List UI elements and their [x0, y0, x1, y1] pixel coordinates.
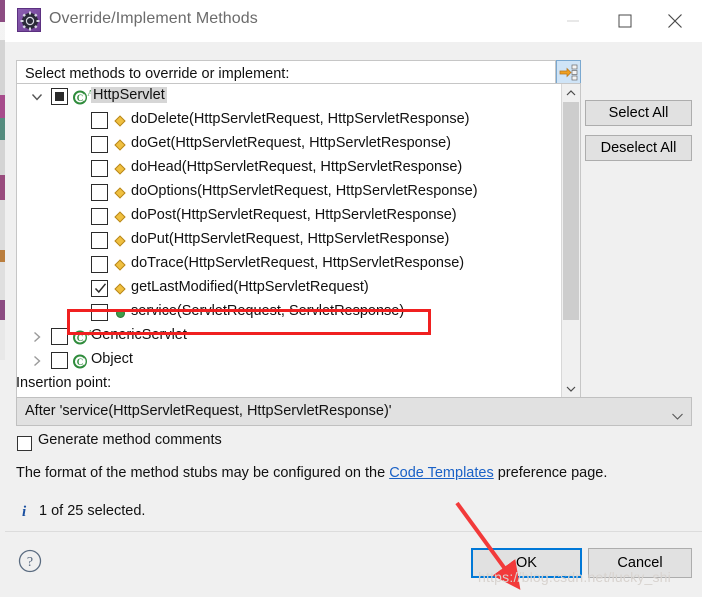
tree-row-label: Object: [91, 351, 133, 367]
scrollbar-thumb[interactable]: [563, 102, 579, 320]
tree-row-label: doPost(HttpServletRequest, HttpServletRe…: [131, 207, 457, 223]
tree-row-label: doOptions(HttpServletRequest, HttpServle…: [131, 183, 478, 199]
tree-row-checkbox[interactable]: [91, 208, 108, 225]
scroll-up-icon[interactable]: [562, 84, 580, 102]
svg-text:C: C: [77, 93, 84, 103]
tree-row-checkbox[interactable]: [91, 304, 108, 321]
abstract-class-icon: CA: [73, 89, 94, 105]
svg-text:C: C: [77, 357, 84, 367]
tree-row[interactable]: doOptions(HttpServletRequest, HttpServle…: [17, 181, 560, 205]
insertion-point-label: Insertion point:: [16, 375, 112, 391]
tree-row-checkbox[interactable]: [91, 112, 108, 129]
format-note-after: preference page.: [493, 465, 608, 481]
protected-method-icon: [113, 161, 129, 177]
gear-icon: [17, 8, 41, 32]
tree-row[interactable]: doHead(HttpServletRequest, HttpServletRe…: [17, 157, 560, 181]
tree-row[interactable]: doPut(HttpServletRequest, HttpServletRes…: [17, 229, 560, 253]
insertion-point-select[interactable]: After 'service(HttpServletRequest, HttpS…: [16, 397, 692, 426]
window-title: Override/Implement Methods: [49, 10, 258, 27]
close-button[interactable]: [652, 0, 698, 42]
methods-tree[interactable]: CAHttpServletdoDelete(HttpServletRequest…: [16, 83, 581, 399]
tree-row-label: HttpServlet: [91, 87, 167, 103]
tree-row-label: doGet(HttpServletRequest, HttpServletRes…: [131, 135, 451, 151]
show-hierarchy-icon[interactable]: [556, 60, 581, 84]
watermark: https://blog.csdn.net/lucky_shi: [478, 569, 671, 585]
format-note: The format of the method stubs may be co…: [16, 465, 607, 481]
protected-method-icon: [113, 137, 129, 153]
protected-method-icon: [113, 233, 129, 249]
tree-row[interactable]: C A GenericServlet: [17, 325, 560, 349]
tree-row-checkbox[interactable]: [51, 328, 68, 345]
class-icon: C: [73, 353, 89, 369]
select-all-button[interactable]: Select All: [585, 100, 692, 126]
title-bar: Override/Implement Methods: [5, 0, 702, 43]
tree-row-checkbox[interactable]: [91, 280, 108, 297]
format-note-before: The format of the method stubs may be co…: [16, 465, 390, 481]
tree-row-checkbox[interactable]: [51, 352, 68, 369]
tree-row-checkbox[interactable]: [91, 136, 108, 153]
tree-row[interactable]: doGet(HttpServletRequest, HttpServletRes…: [17, 133, 560, 157]
footer-divider: [5, 531, 702, 532]
help-icon[interactable]: ?: [17, 548, 43, 574]
abstract-class-icon: CA: [73, 329, 94, 345]
public-method-icon: [113, 305, 129, 321]
generate-method-comments-checkbox[interactable]: [17, 436, 32, 451]
tree-row-checkbox[interactable]: [91, 160, 108, 177]
protected-method-icon: [113, 113, 129, 129]
protected-method-icon: [113, 257, 129, 273]
tree-row[interactable]: CAHttpServlet: [17, 85, 560, 109]
override-implement-methods-dialog: Override/Implement Methods Select method…: [0, 0, 702, 597]
tree-row-label: doHead(HttpServletRequest, HttpServletRe…: [131, 159, 463, 175]
deselect-all-button[interactable]: Deselect All: [585, 135, 692, 161]
tree-row-label: service(ServletRequest, ServletResponse): [131, 303, 405, 319]
maximize-button[interactable]: [602, 0, 648, 42]
tree-row[interactable]: getLastModified(HttpServletRequest): [17, 277, 560, 301]
scroll-down-icon[interactable]: [562, 380, 580, 398]
minimize-button[interactable]: [550, 0, 596, 42]
tree-row-checkbox[interactable]: [91, 232, 108, 249]
dialog-body: Select methods to override or implement:…: [5, 42, 702, 597]
chevron-right-icon[interactable]: [31, 331, 43, 343]
info-icon: i: [22, 504, 27, 520]
tree-row-checkbox[interactable]: [51, 88, 68, 105]
tree-row-label: doDelete(HttpServletRequest, HttpServlet…: [131, 111, 470, 127]
select-methods-label: Select methods to override or implement:: [25, 66, 290, 82]
protected-method-icon: [113, 185, 129, 201]
generate-method-comments-label: Generate method comments: [38, 432, 222, 448]
tree-row[interactable]: service(ServletRequest, ServletResponse): [17, 301, 560, 325]
code-templates-link[interactable]: Code Templates: [389, 465, 494, 481]
protected-method-icon: [113, 281, 129, 297]
tree-row-label: GenericServlet: [91, 327, 187, 343]
tree-row[interactable]: C Object: [17, 349, 560, 373]
tree-row-label: getLastModified(HttpServletRequest): [131, 279, 369, 295]
methods-tree-rows: CAHttpServletdoDelete(HttpServletRequest…: [17, 84, 560, 398]
tree-row[interactable]: doPost(HttpServletRequest, HttpServletRe…: [17, 205, 560, 229]
insertion-point-value: After 'service(HttpServletRequest, HttpS…: [25, 403, 392, 419]
svg-text:C: C: [77, 333, 84, 343]
tree-row-label: doPut(HttpServletRequest, HttpServletRes…: [131, 231, 450, 247]
status-text: 1 of 25 selected.: [39, 503, 146, 519]
chevron-down-icon: [672, 408, 683, 424]
tree-row[interactable]: doDelete(HttpServletRequest, HttpServlet…: [17, 109, 560, 133]
tree-row-label: doTrace(HttpServletRequest, HttpServletR…: [131, 255, 465, 271]
svg-text:?: ?: [27, 555, 33, 570]
tree-row[interactable]: doTrace(HttpServletRequest, HttpServletR…: [17, 253, 560, 277]
tree-row-checkbox[interactable]: [91, 256, 108, 273]
tree-vertical-scrollbar[interactable]: [561, 84, 580, 398]
protected-method-icon: [113, 209, 129, 225]
tree-row-checkbox[interactable]: [91, 184, 108, 201]
chevron-down-icon[interactable]: [31, 91, 43, 103]
chevron-right-icon[interactable]: [31, 355, 43, 367]
